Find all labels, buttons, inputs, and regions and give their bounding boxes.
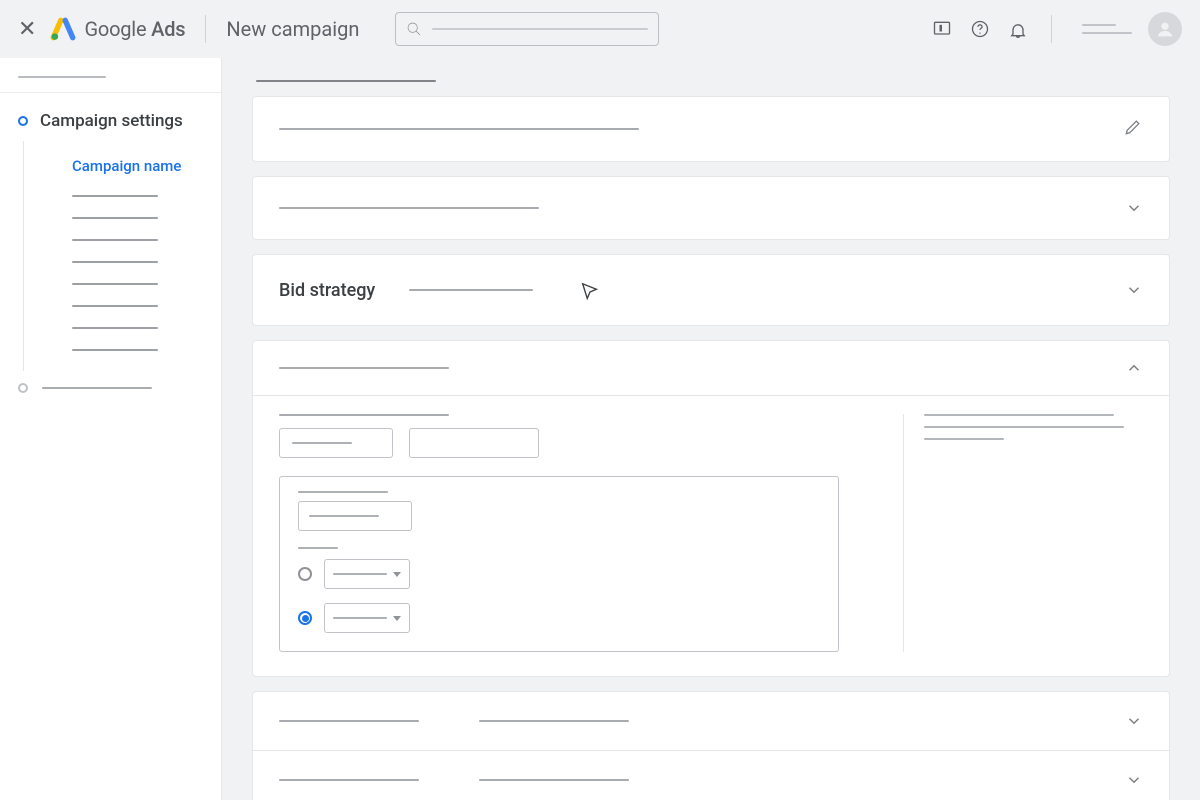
sidebar-item[interactable]: [56, 207, 221, 229]
bid-strategy-card: Bid strategy: [252, 254, 1170, 326]
sidebar-item[interactable]: [56, 251, 221, 273]
chevron-up-icon[interactable]: [1125, 359, 1143, 377]
radio-option[interactable]: [298, 559, 820, 589]
sidebar-item[interactable]: [56, 339, 221, 361]
sidebar-section-next[interactable]: [0, 371, 221, 405]
edit-icon[interactable]: [1123, 117, 1143, 141]
card-header-row[interactable]: [253, 177, 1169, 239]
dropdown[interactable]: [324, 603, 410, 633]
chevron-down-icon[interactable]: [1125, 281, 1143, 299]
help-icon[interactable]: [969, 18, 991, 40]
sidebar-item[interactable]: [56, 273, 221, 295]
header-actions: [931, 12, 1182, 46]
settings-card-group: [252, 691, 1170, 800]
bid-strategy-title: Bid strategy: [279, 280, 375, 301]
account-avatar[interactable]: [1148, 12, 1182, 46]
chevron-down-icon[interactable]: [1125, 712, 1143, 730]
text-field[interactable]: [298, 501, 412, 531]
sidebar-section-campaign-settings[interactable]: Campaign settings: [0, 93, 221, 141]
sidebar-item[interactable]: [56, 229, 221, 251]
chevron-down-icon[interactable]: [1125, 199, 1143, 217]
card-row[interactable]: [253, 751, 1169, 800]
step-inactive-icon: [18, 383, 28, 393]
card-header-row[interactable]: [253, 341, 1169, 396]
caret-down-icon: [393, 572, 401, 577]
brand-logo[interactable]: Google Ads: [50, 16, 185, 42]
text-field[interactable]: [279, 428, 393, 458]
brand-text: Google Ads: [84, 17, 185, 41]
sidebar-item[interactable]: [56, 295, 221, 317]
search-icon: [406, 21, 422, 37]
page-title: New campaign: [226, 17, 359, 41]
app-header: ✕ Google Ads New campaign: [0, 0, 1200, 58]
reports-icon[interactable]: [931, 18, 953, 40]
sidebar-back[interactable]: [0, 76, 221, 92]
settings-card: [252, 96, 1170, 162]
notifications-icon[interactable]: [1007, 18, 1029, 40]
sidebar-section-title: Campaign settings: [40, 111, 183, 131]
divider: [205, 15, 206, 43]
cursor-icon: [579, 281, 601, 307]
settings-card: [252, 176, 1170, 240]
chevron-down-icon[interactable]: [1125, 771, 1143, 789]
section-heading: [256, 80, 1170, 82]
sidebar: Campaign settings Campaign name: [0, 58, 222, 800]
radio-selected-icon: [298, 611, 312, 625]
options-panel: [279, 476, 839, 652]
dropdown[interactable]: [324, 559, 410, 589]
step-active-icon: [18, 116, 28, 126]
close-icon[interactable]: ✕: [18, 17, 36, 42]
field-group-label: [279, 414, 449, 416]
caret-down-icon: [393, 616, 401, 621]
sidebar-item-campaign-name[interactable]: Campaign name: [56, 147, 221, 185]
divider: [1051, 15, 1052, 43]
bid-strategy-value-placeholder: [409, 289, 533, 291]
info-panel: [903, 414, 1143, 652]
card-header-row[interactable]: Bid strategy: [253, 255, 1169, 325]
search-input[interactable]: [395, 12, 659, 46]
main-content: Bid strategy: [222, 58, 1200, 800]
field-label: [298, 491, 388, 493]
account-label-placeholder: [1082, 24, 1132, 34]
radio-option[interactable]: [298, 603, 820, 633]
card-row[interactable]: [253, 692, 1169, 751]
expanded-settings-card: [252, 340, 1170, 677]
search-placeholder: [432, 28, 648, 30]
text-field[interactable]: [409, 428, 539, 458]
radio-unselected-icon: [298, 567, 312, 581]
sidebar-item[interactable]: [56, 317, 221, 339]
field-label: [298, 547, 338, 549]
sidebar-item[interactable]: [56, 185, 221, 207]
google-ads-logo-icon: [50, 16, 76, 42]
card-header-row[interactable]: [253, 97, 1169, 161]
